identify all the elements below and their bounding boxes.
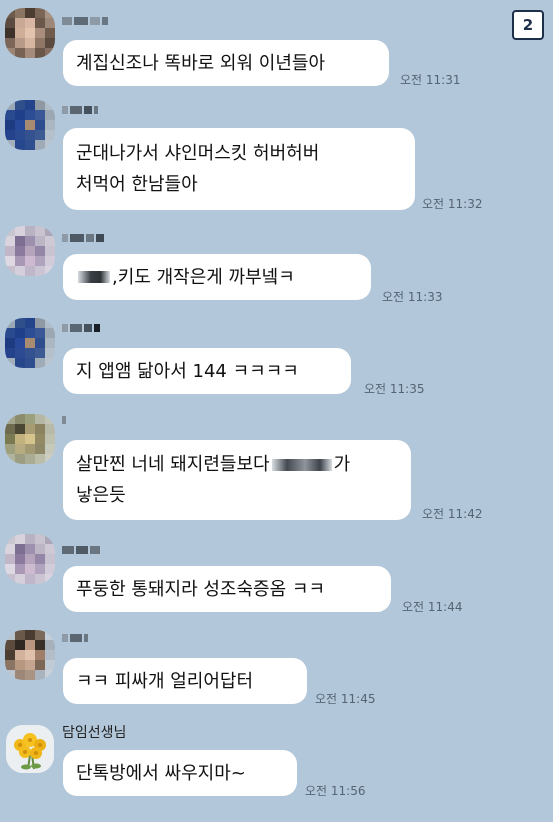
sender-name-redacted	[62, 16, 108, 26]
message-time: 오전 11:31	[400, 73, 461, 87]
sender-name-redacted	[62, 415, 66, 425]
message-text: 단톡방에서 싸우지마~	[76, 762, 246, 784]
sender-name-redacted	[62, 233, 104, 243]
sender-name: 담임선생님	[62, 725, 127, 741]
sender-name-redacted	[62, 545, 100, 555]
message-time: 오전 11:33	[382, 290, 443, 304]
avatar[interactable]	[5, 226, 55, 276]
message-time: 오전 11:35	[364, 382, 425, 396]
message-text: 푸둥한 통돼지라 성조숙증옴 ㅋㅋ	[76, 578, 326, 600]
avatar[interactable]	[5, 534, 55, 584]
page-number-badge: 2	[512, 10, 544, 40]
message-text: 살만찐 너네 돼지련들보다	[76, 454, 270, 475]
avatar[interactable]	[5, 414, 55, 464]
message-time: 오전 11:32	[422, 197, 483, 211]
message-bubble: 단톡방에서 싸우지마~	[63, 750, 297, 796]
avatar[interactable]	[5, 318, 55, 368]
message-bubble: 계집신조나 똑바로 외워 이년들아	[63, 40, 389, 86]
message-bubble: 군대나가서 샤인머스킷 허버허버 처먹어 한남들아	[63, 128, 415, 210]
message-text: 지 앱앰 닮아서 144 ㅋㅋㅋㅋ	[76, 360, 299, 382]
message-time: 오전 11:56	[305, 784, 366, 798]
message-text-suffix: 가	[333, 454, 351, 475]
message-text: 계집신조나 똑바로 외워 이년들아	[76, 52, 326, 74]
sender-name-redacted	[62, 633, 88, 643]
message-bubble: 살만찐 너네 돼지련들보다 가 낳은듯	[63, 440, 411, 520]
message-time: 오전 11:44	[402, 600, 463, 614]
flower-avatar-icon[interactable]	[6, 725, 54, 773]
message-time: 오전 11:42	[422, 507, 483, 521]
avatar[interactable]	[5, 100, 55, 150]
message-text: 군대나가서 샤인머스킷 허버허버	[76, 143, 320, 164]
redacted-text	[271, 458, 332, 471]
sender-name-redacted	[62, 323, 100, 333]
avatar[interactable]	[5, 8, 55, 58]
message-text: 처먹어 한남들아	[76, 174, 198, 195]
redacted-text	[78, 271, 110, 283]
message-bubble: , 키도 개작은게 까부넼ㅋ	[63, 254, 371, 300]
message-bubble: 푸둥한 통돼지라 성조숙증옴 ㅋㅋ	[63, 566, 391, 612]
message-time: 오전 11:45	[315, 692, 376, 706]
message-text: 키도 개작은게 까부넼ㅋ	[117, 266, 295, 288]
message-bubble: 지 앱앰 닮아서 144 ㅋㅋㅋㅋ	[63, 348, 351, 394]
message-bubble: ㅋㅋ 피싸개 얼리어답터	[63, 658, 307, 704]
message-text: ㅋㅋ 피싸개 얼리어답터	[76, 670, 254, 692]
sender-name-redacted	[62, 105, 98, 115]
message-text: 낳은듯	[76, 485, 126, 506]
avatar[interactable]	[5, 630, 55, 680]
